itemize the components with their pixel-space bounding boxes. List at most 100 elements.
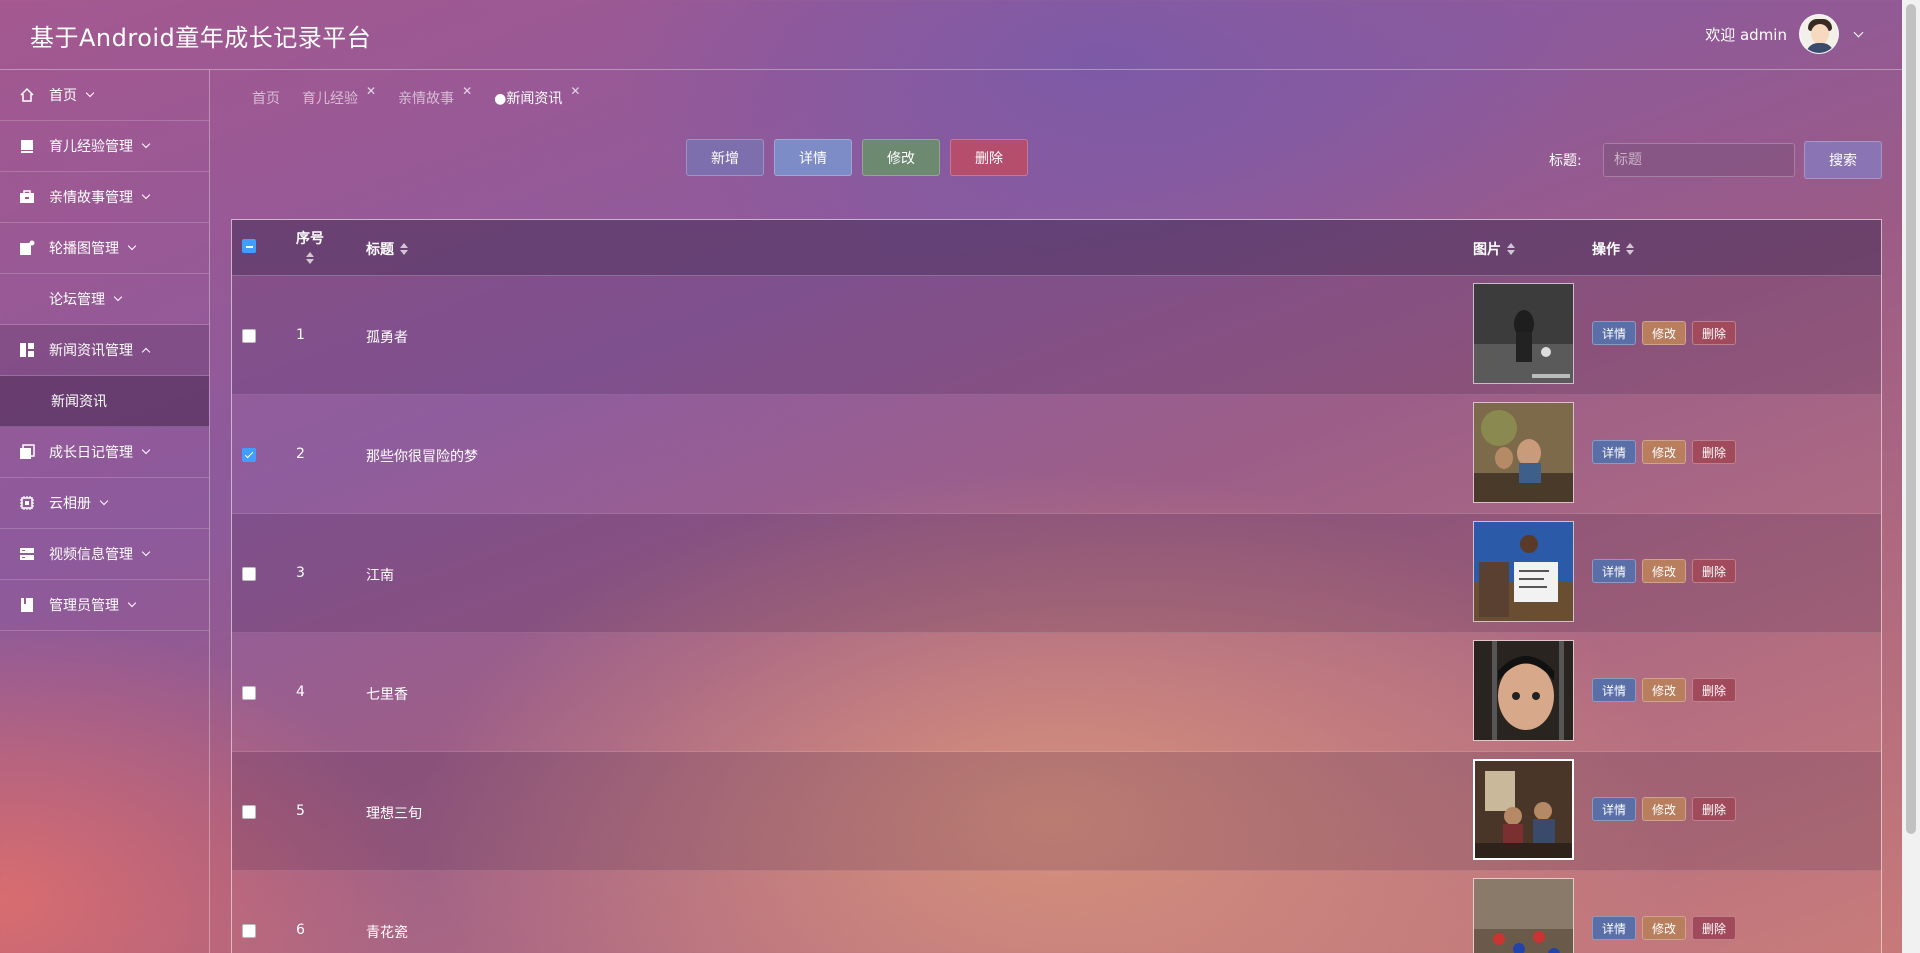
search-label: 标题: — [1549, 153, 1582, 169]
tab-home[interactable]: 首页 — [252, 88, 280, 108]
app-title: 基于Android童年成长记录平台 — [30, 24, 372, 52]
table-row[interactable]: 5 理想三旬 详情 修改 删除 — [232, 752, 1881, 871]
edit-button[interactable]: 修改 — [862, 139, 940, 176]
delete-button[interactable]: 删除 — [950, 139, 1028, 176]
row-detail-button[interactable]: 详情 — [1592, 440, 1637, 464]
book-icon — [18, 596, 36, 614]
sidebar-item-forum[interactable]: 论坛管理 — [0, 274, 209, 325]
tab-news[interactable]: ●新闻资讯 ✕ — [494, 84, 580, 108]
sidebar-item-cloud-album[interactable]: 云相册 — [0, 478, 209, 529]
row-checkbox[interactable] — [242, 329, 256, 343]
close-icon[interactable]: ✕ — [570, 84, 580, 98]
row-edit-button[interactable]: 修改 — [1642, 797, 1687, 821]
row-detail-button[interactable]: 详情 — [1592, 559, 1637, 583]
row-index: 1 — [296, 327, 305, 343]
row-index: 2 — [296, 446, 305, 462]
sort-icon[interactable] — [306, 252, 314, 264]
sidebar-item-label: 云相册 — [49, 496, 91, 512]
row-thumbnail[interactable] — [1473, 640, 1574, 741]
sidebar-item-carousel[interactable]: 轮播图管理 — [0, 223, 209, 274]
sidebar-item-parenting[interactable]: 育儿经验管理 — [0, 121, 209, 172]
row-edit-button[interactable]: 修改 — [1642, 559, 1687, 583]
row-edit-button[interactable]: 修改 — [1642, 678, 1687, 702]
tab-family-stories[interactable]: 亲情故事 ✕ — [398, 84, 472, 108]
page-scrollbar[interactable] — [1902, 0, 1920, 953]
header-index[interactable]: 序号 — [296, 228, 324, 264]
header-title[interactable]: 标题 — [366, 239, 408, 259]
row-checkbox[interactable] — [242, 686, 256, 700]
row-thumbnail[interactable] — [1473, 402, 1574, 503]
sidebar-item-label: 新闻资讯管理 — [49, 343, 133, 359]
row-thumbnail[interactable] — [1473, 283, 1574, 384]
dashboard-icon — [18, 341, 36, 359]
table-row[interactable]: 2 那些你很冒险的梦 详情 修改 删除 — [232, 395, 1881, 514]
sort-icon[interactable] — [1626, 243, 1634, 255]
header-label: 操作 — [1592, 242, 1620, 258]
tab-label: 育儿经验 — [302, 91, 358, 107]
row-checkbox[interactable] — [242, 448, 256, 462]
row-checkbox[interactable] — [242, 567, 256, 581]
sidebar-item-home[interactable]: 首页 — [0, 70, 209, 121]
row-checkbox[interactable] — [242, 805, 256, 819]
row-detail-button[interactable]: 详情 — [1592, 678, 1637, 702]
chevron-down-icon — [85, 88, 95, 98]
row-delete-button[interactable]: 删除 — [1692, 559, 1737, 583]
sidebar-item-diary[interactable]: 成长日记管理 — [0, 427, 209, 478]
row-edit-button[interactable]: 修改 — [1642, 916, 1687, 940]
scrollbar-thumb[interactable] — [1906, 4, 1916, 834]
row-delete-button[interactable]: 删除 — [1692, 797, 1737, 821]
row-index: 4 — [296, 684, 305, 700]
sidebar-item-label: 成长日记管理 — [49, 445, 133, 461]
sort-icon[interactable] — [400, 243, 408, 255]
row-checkbox[interactable] — [242, 924, 256, 938]
table-row[interactable]: 4 七里香 详情 修改 删除 — [232, 633, 1881, 752]
header-label: 序号 — [296, 231, 324, 247]
select-all-checkbox[interactable] — [242, 239, 256, 253]
row-delete-button[interactable]: 删除 — [1692, 916, 1737, 940]
row-thumbnail[interactable] — [1473, 521, 1574, 622]
row-delete-button[interactable]: 删除 — [1692, 321, 1737, 345]
table-row[interactable]: 6 青花瓷 详情 修改 删除 — [232, 871, 1881, 953]
user-menu[interactable]: 欢迎 admin — [1705, 13, 1864, 55]
table-row[interactable]: 3 江南 详情 修改 删除 — [232, 514, 1881, 633]
row-thumbnail[interactable] — [1473, 878, 1574, 953]
tab-parenting[interactable]: 育儿经验 ✕ — [302, 84, 376, 108]
row-detail-button[interactable]: 详情 — [1592, 321, 1637, 345]
sidebar-item-label: 论坛管理 — [49, 292, 105, 308]
row-detail-button[interactable]: 详情 — [1592, 916, 1637, 940]
sidebar-item-video[interactable]: 视频信息管理 — [0, 529, 209, 580]
sidebar-item-admin[interactable]: 管理员管理 — [0, 580, 209, 631]
row-detail-button[interactable]: 详情 — [1592, 797, 1637, 821]
close-icon[interactable]: ✕ — [366, 84, 376, 98]
top-header: 基于Android童年成长记录平台 欢迎 admin — [0, 0, 1902, 70]
table-row[interactable]: 1 孤勇者 详情 修改 删除 — [232, 276, 1881, 395]
chevron-down-icon — [127, 598, 137, 608]
row-delete-button[interactable]: 删除 — [1692, 678, 1737, 702]
sidebar-subitem-news[interactable]: 新闻资讯 — [0, 376, 209, 427]
search-button[interactable]: 搜索 — [1804, 141, 1882, 179]
header-image[interactable]: 图片 — [1473, 239, 1515, 259]
header-label: 标题 — [366, 242, 394, 258]
sidebar-item-news[interactable]: 新闻资讯管理 — [0, 325, 209, 376]
chevron-down-icon[interactable] — [1853, 27, 1864, 37]
row-actions: 详情 修改 删除 — [1592, 916, 1742, 940]
chevron-down-icon — [99, 496, 109, 506]
chevron-up-icon — [141, 347, 151, 356]
sidebar-item-label: 新闻资讯 — [51, 394, 107, 410]
copy-icon — [18, 443, 36, 461]
sidebar-item-label: 亲情故事管理 — [49, 190, 133, 206]
sidebar-item-family-stories[interactable]: 亲情故事管理 — [0, 172, 209, 223]
close-icon[interactable]: ✕ — [462, 84, 472, 98]
sort-icon[interactable] — [1507, 243, 1515, 255]
avatar[interactable] — [1799, 14, 1839, 54]
row-delete-button[interactable]: 删除 — [1692, 440, 1737, 464]
row-edit-button[interactable]: 修改 — [1642, 440, 1687, 464]
sidebar-item-label: 视频信息管理 — [49, 547, 133, 563]
row-edit-button[interactable]: 修改 — [1642, 321, 1687, 345]
add-button[interactable]: 新增 — [686, 139, 764, 176]
search-input[interactable] — [1603, 143, 1795, 177]
tab-bar: 首页 育儿经验 ✕ 亲情故事 ✕ ●新闻资讯 ✕ — [252, 84, 602, 108]
header-actions[interactable]: 操作 — [1592, 239, 1634, 259]
detail-button[interactable]: 详情 — [774, 139, 852, 176]
row-thumbnail[interactable] — [1473, 759, 1574, 860]
